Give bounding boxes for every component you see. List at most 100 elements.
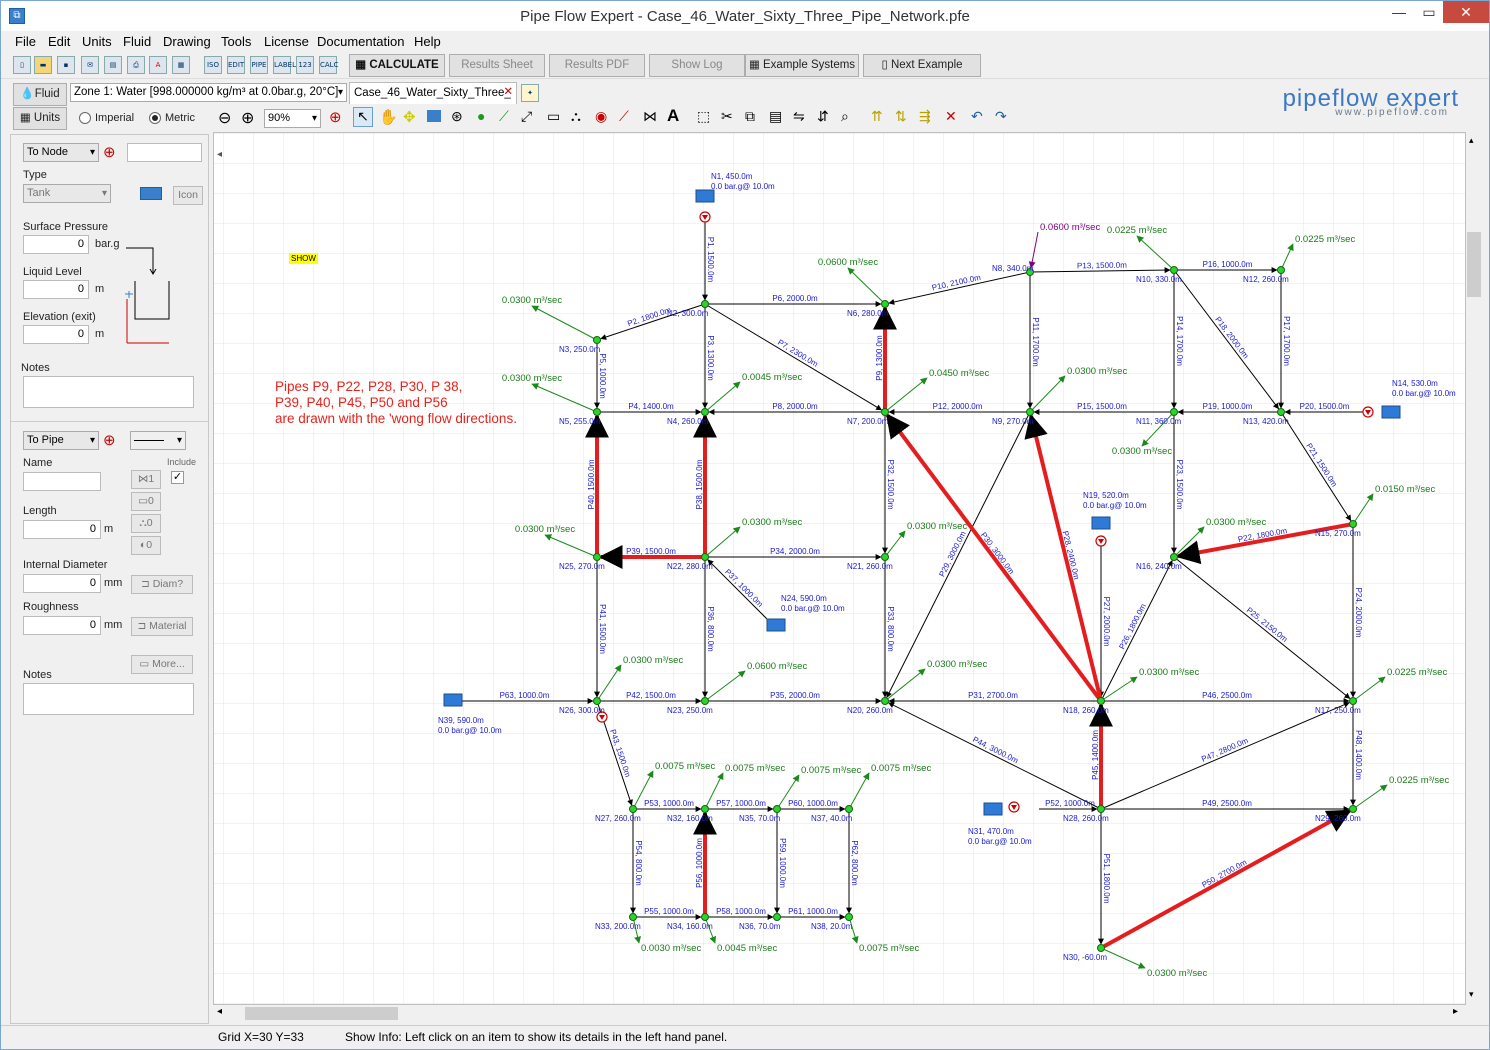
email-icon[interactable]: ✉ [81, 56, 99, 74]
node-target-icon[interactable]: ⊕ [103, 143, 116, 161]
liquid-level-field[interactable]: 0 [23, 280, 89, 299]
roughness-field[interactable]: 0 [23, 616, 101, 635]
include-checkbox[interactable]: ✓ [171, 471, 184, 484]
calc-icon[interactable]: CALC [319, 56, 338, 74]
node-n3[interactable] [593, 336, 601, 344]
scroll-left-icon[interactable]: ◂ [217, 1006, 222, 1017]
material-button[interactable]: ⊐ Material [131, 617, 193, 636]
pipe-draw-icon[interactable]: ⟋ [499, 108, 509, 125]
node-n36[interactable] [773, 913, 781, 921]
line-style-select[interactable] [130, 431, 186, 450]
node-name-field[interactable] [127, 143, 202, 162]
node-n35[interactable] [773, 805, 781, 813]
node-n27[interactable] [629, 805, 637, 813]
image-icon[interactable]: ▭ [547, 108, 560, 125]
pipe-notes-field[interactable] [23, 683, 194, 715]
flip-vertical-icon[interactable]: ⇵ [817, 108, 829, 125]
node-n13[interactable] [1277, 408, 1285, 416]
units-button[interactable]: ▦ Units [13, 107, 67, 130]
horizontal-scroll-thumb[interactable] [245, 1007, 398, 1020]
new-tab-icon[interactable]: ✦ [521, 84, 539, 102]
diam-button[interactable]: ⊐ Diam? [131, 575, 193, 594]
menu-units[interactable]: Units [82, 34, 112, 49]
node-n37[interactable] [845, 805, 853, 813]
copy-icon[interactable]: ⧉ [745, 108, 755, 125]
maximize-button[interactable]: ▭ [1411, 1, 1447, 23]
node-n28[interactable] [1097, 805, 1105, 813]
spread-icon[interactable]: ⇶ [919, 108, 931, 125]
zoom-out-icon[interactable]: ⊖ [218, 108, 231, 128]
text-tool-icon[interactable]: A [667, 106, 679, 126]
tank-n14[interactable] [1381, 405, 1401, 419]
fluid-button[interactable]: 💧Fluid [13, 83, 67, 106]
node-n2[interactable] [701, 300, 709, 308]
zoom-in-icon[interactable]: ⊕ [241, 108, 254, 128]
node-notes-field[interactable] [23, 376, 194, 408]
crosshair-icon[interactable]: ⊕ [329, 108, 342, 126]
align-icon[interactable]: ⇈ [871, 108, 883, 125]
node-n10[interactable] [1170, 266, 1178, 274]
label-icon[interactable]: LABEL [273, 56, 296, 74]
valve-icon[interactable]: ◉ [595, 108, 607, 125]
drawing-canvas[interactable]: P1, 1500.0m P2, 1800.0m P3, 1300.0m P4, 140… [213, 132, 1466, 1005]
node-n33[interactable] [629, 913, 637, 921]
type-select[interactable]: Tank [23, 184, 111, 203]
node-n22[interactable] [701, 553, 709, 561]
node-n4[interactable] [701, 408, 709, 416]
node-n32[interactable] [701, 805, 709, 813]
node-select[interactable]: To Node [23, 143, 99, 162]
node-n38[interactable] [845, 913, 853, 921]
node-n20[interactable] [881, 697, 889, 705]
calculate-button[interactable]: ▦ CALCULATE [349, 54, 445, 77]
node-n16[interactable] [1170, 553, 1178, 561]
fittings-count[interactable]: ⋈1 [131, 470, 161, 489]
length-field[interactable]: 0 [23, 520, 101, 539]
redo-icon[interactable]: ↷ [995, 108, 1007, 125]
node-n5[interactable] [593, 408, 601, 416]
menu-help[interactable]: Help [414, 34, 441, 49]
open-folder-icon[interactable]: ▬ [34, 56, 52, 74]
node-n11[interactable] [1170, 408, 1178, 416]
save-icon[interactable]: ▪ [57, 56, 75, 74]
numbers-icon[interactable]: 123 [296, 56, 314, 74]
scroll-up-icon[interactable]: ▴ [1469, 135, 1474, 146]
menu-file[interactable]: File [15, 34, 36, 49]
node-n25[interactable] [593, 553, 601, 561]
print-setup-icon[interactable]: ▤ [104, 56, 122, 74]
document-tab[interactable]: Case_46_Water_Sixty_Three_ ✕ [349, 82, 517, 104]
node-n6[interactable] [881, 300, 889, 308]
edit-icon[interactable]: EDIT [227, 56, 245, 74]
tank-n39[interactable] [443, 693, 463, 707]
hand-icon[interactable]: ✋ [379, 108, 398, 126]
new-file-icon[interactable]: ▯ [13, 56, 31, 74]
imperial-radio[interactable] [79, 112, 91, 124]
collapse-panel-icon[interactable]: ◂ [217, 149, 227, 173]
undo-icon[interactable]: ↶ [971, 108, 983, 125]
menu-edit[interactable]: Edit [48, 34, 70, 49]
node-n23[interactable] [701, 697, 709, 705]
show-log-button[interactable]: Show Log [649, 54, 745, 77]
delete-icon[interactable]: ✕ [945, 108, 957, 125]
flow-demand-icon[interactable]: ⤢ [521, 108, 532, 125]
pipe-select[interactable]: To Pipe [23, 431, 99, 450]
pump-count[interactable]: ◐0 [131, 536, 161, 555]
node-n7[interactable] [881, 408, 889, 416]
menu-documentation[interactable]: Documentation [317, 34, 404, 49]
pipe-target-icon[interactable]: ⊕ [103, 431, 116, 449]
diameter-field[interactable]: 0 [23, 574, 101, 593]
node-n26[interactable] [593, 697, 601, 705]
fitting-icon[interactable]: ⋈ [643, 108, 657, 125]
zoom-select[interactable]: 90% [264, 109, 321, 128]
horizontal-scrollbar[interactable]: ◂ ▸ [213, 1005, 1466, 1022]
iso-icon[interactable]: ISO [204, 56, 222, 74]
node-n17[interactable] [1349, 697, 1357, 705]
close-tab-icon[interactable]: ✕ [503, 84, 513, 98]
pipe-icon[interactable]: PIPE [250, 56, 268, 74]
menu-license[interactable]: License [264, 34, 309, 49]
next-example-button[interactable]: ▯ Next Example [863, 54, 981, 77]
paste-icon[interactable]: ▤ [769, 108, 782, 125]
distribute-icon[interactable]: ⇅ [895, 108, 907, 125]
menu-fluid[interactable]: Fluid [123, 34, 151, 49]
icon-button[interactable]: Icon [173, 186, 203, 205]
zone-select[interactable]: Zone 1: Water [998.000000 kg/m³ at 0.0ba… [70, 83, 347, 102]
